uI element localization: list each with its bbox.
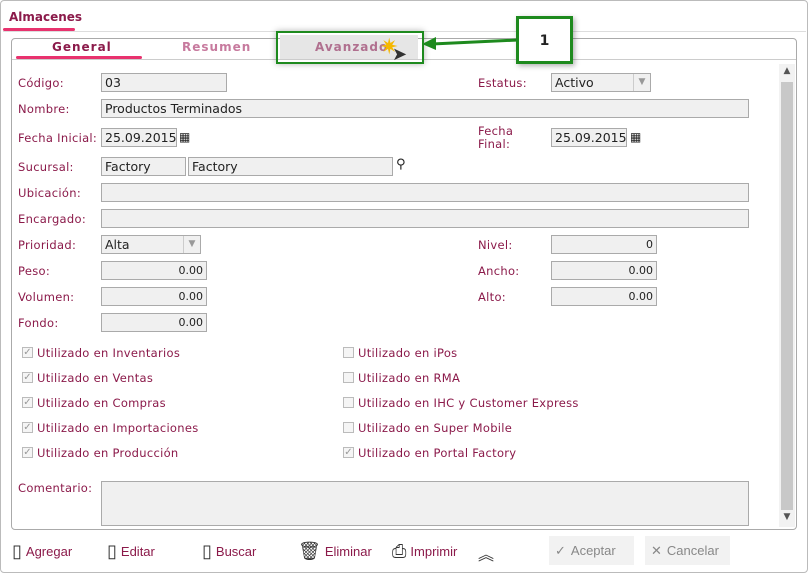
buscar-label: Buscar bbox=[215, 544, 257, 559]
fecha-inicial-input[interactable]: 25.09.2015 bbox=[101, 128, 177, 147]
checkbox-label: Utilizado en IHC y Customer Express bbox=[358, 396, 579, 410]
ubicacion-label: Ubicación: bbox=[18, 186, 81, 200]
tab-almacenes[interactable]: Almacenes bbox=[9, 10, 82, 24]
close-icon: ✕ bbox=[651, 542, 662, 558]
codigo-input[interactable]: 03 bbox=[101, 73, 227, 92]
checkbox[interactable] bbox=[343, 397, 354, 408]
checkbox[interactable]: ✓ bbox=[22, 422, 33, 433]
scrollbar-thumb[interactable] bbox=[781, 82, 793, 510]
search-document-icon: ▯ bbox=[202, 541, 212, 561]
arrow-icon bbox=[422, 37, 519, 50]
encargado-label: Encargado: bbox=[18, 212, 87, 226]
fecha-inicial-label: Fecha Inicial: bbox=[18, 131, 98, 145]
checkbox-label: Utilizado en iPos bbox=[358, 346, 458, 360]
nivel-input[interactable]: 0 bbox=[551, 235, 657, 254]
ubicacion-input[interactable] bbox=[101, 183, 749, 202]
prioridad-label: Prioridad: bbox=[18, 238, 77, 252]
volumen-input[interactable]: 0.00 bbox=[101, 287, 207, 306]
buscar-button[interactable]: ▯ Buscar bbox=[202, 541, 256, 562]
agregar-button[interactable]: ▯ Agregar bbox=[12, 541, 72, 562]
ancho-input[interactable]: 0.00 bbox=[551, 261, 657, 280]
comentario-label: Comentario: bbox=[18, 481, 93, 495]
chevron-down-icon: ▼ bbox=[183, 236, 200, 253]
check-icon: ✓ bbox=[555, 542, 566, 558]
fecha-final-label-2: Final: bbox=[478, 137, 511, 151]
alto-input[interactable]: 0.00 bbox=[551, 287, 657, 306]
checkbox[interactable] bbox=[343, 372, 354, 383]
checkbox-label: Utilizado en RMA bbox=[358, 371, 461, 385]
alto-label: Alto: bbox=[478, 290, 506, 304]
fondo-input[interactable]: 0.00 bbox=[101, 313, 207, 332]
aceptar-label: Aceptar bbox=[570, 543, 616, 558]
cancelar-label: Cancelar bbox=[666, 543, 719, 558]
checkbox-label: Utilizado en Ventas bbox=[37, 371, 154, 385]
nombre-label: Nombre: bbox=[18, 102, 70, 116]
checkbox[interactable]: ✓ bbox=[22, 372, 33, 383]
sucursal-name-input[interactable]: Factory bbox=[188, 157, 393, 176]
comentario-textarea[interactable] bbox=[101, 481, 749, 526]
eliminar-label: Eliminar bbox=[324, 544, 372, 559]
agregar-label: Agregar bbox=[25, 544, 73, 559]
collapse-button[interactable]: ︽ bbox=[478, 541, 494, 565]
search-icon[interactable]: ⚲ bbox=[396, 157, 406, 172]
fecha-final-label-1: Fecha bbox=[478, 124, 514, 138]
scroll-up-icon[interactable]: ▲ bbox=[779, 66, 795, 76]
volumen-label: Volumen: bbox=[18, 290, 75, 304]
nivel-label: Nivel: bbox=[478, 238, 513, 252]
checkbox-label: Utilizado en Inventarios bbox=[37, 346, 181, 360]
checkbox-label: Utilizado en Producción bbox=[37, 446, 179, 460]
eliminar-button[interactable]: 🗑 Eliminar bbox=[298, 541, 372, 562]
encargado-input[interactable] bbox=[101, 209, 749, 228]
double-chevron-up-icon: ︽ bbox=[478, 547, 495, 564]
prioridad-select[interactable]: Alta ▼ bbox=[101, 235, 201, 254]
imprimir-label: Imprimir bbox=[410, 544, 458, 559]
estatus-label: Estatus: bbox=[478, 76, 527, 90]
sucursal-label: Sucursal: bbox=[18, 160, 74, 174]
calendar-icon[interactable]: ▦ bbox=[179, 130, 190, 144]
trash-icon: 🗑 bbox=[298, 541, 321, 561]
checkbox[interactable] bbox=[343, 422, 354, 433]
codigo-label: Código: bbox=[18, 76, 64, 90]
editar-label: Editar bbox=[120, 544, 155, 559]
ancho-label: Ancho: bbox=[478, 264, 520, 278]
sucursal-code-input[interactable]: Factory bbox=[101, 157, 186, 176]
chevron-down-icon: ▼ bbox=[633, 74, 650, 91]
fecha-final-label: Fecha Final: bbox=[478, 125, 513, 151]
fecha-final-input[interactable]: 25.09.2015 bbox=[551, 128, 627, 147]
nombre-input[interactable]: Productos Terminados bbox=[101, 99, 749, 118]
estatus-select[interactable]: Activo ▼ bbox=[551, 73, 651, 92]
checkbox-label: Utilizado en Super Mobile bbox=[358, 421, 513, 435]
edit-icon: ▯ bbox=[107, 541, 117, 561]
fondo-label: Fondo: bbox=[18, 316, 59, 330]
scroll-down-icon[interactable]: ▼ bbox=[779, 512, 795, 522]
printer-icon: ⎙ bbox=[392, 541, 407, 561]
checkbox[interactable]: ✓ bbox=[22, 447, 33, 458]
checkbox-label: Utilizado en Portal Factory bbox=[358, 446, 517, 460]
checkbox[interactable] bbox=[343, 347, 354, 358]
checkbox[interactable]: ✓ bbox=[22, 347, 33, 358]
estatus-value: Activo bbox=[555, 75, 594, 90]
tab-resumen[interactable]: Resumen bbox=[182, 40, 251, 54]
checkbox[interactable]: ✓ bbox=[343, 447, 354, 458]
calendar-icon[interactable]: ▦ bbox=[630, 130, 641, 144]
cursor-icon: ➤ bbox=[392, 44, 408, 65]
peso-label: Peso: bbox=[18, 264, 51, 278]
aceptar-button[interactable]: ✓ Aceptar bbox=[549, 536, 634, 565]
checkbox[interactable]: ✓ bbox=[22, 397, 33, 408]
peso-input[interactable]: 0.00 bbox=[101, 261, 207, 280]
tab-general[interactable]: General bbox=[52, 40, 112, 54]
add-document-icon: ▯ bbox=[12, 541, 22, 561]
imprimir-button[interactable]: ⎙ Imprimir bbox=[392, 541, 457, 562]
callout-number: 1 bbox=[516, 16, 573, 64]
prioridad-value: Alta bbox=[105, 237, 130, 252]
cancelar-button[interactable]: ✕ Cancelar bbox=[645, 536, 730, 565]
checkbox-label: Utilizado en Importaciones bbox=[37, 421, 199, 435]
checkbox-label: Utilizado en Compras bbox=[37, 396, 166, 410]
editar-button[interactable]: ▯ Editar bbox=[107, 541, 155, 562]
